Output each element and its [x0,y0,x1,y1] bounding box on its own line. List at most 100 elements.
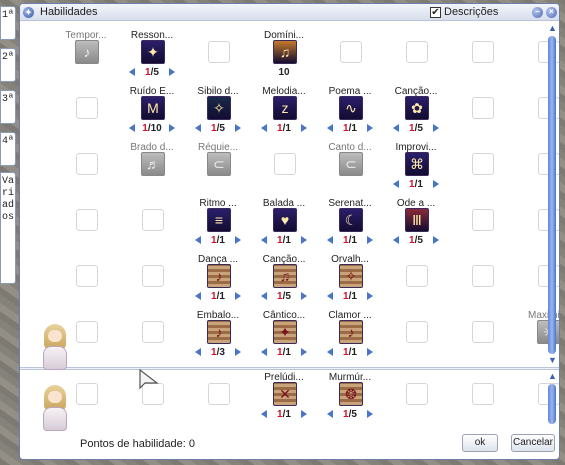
skill-cell[interactable]: Balada ... ♥ 1/1 [254,198,314,252]
tab-4th-class[interactable]: 4ª [0,132,16,166]
music-mastery-icon[interactable]: ♫ [273,40,297,64]
tab-misc[interactable]: Variados [0,172,16,284]
skill-cell[interactable]: Canto d... ⊂ [320,142,380,196]
skill-level-max: 1 [285,347,291,358]
skill-cell[interactable]: Poema ... ∿ 1/1 [320,86,380,140]
empty-skill-slot [386,310,446,364]
skill-cell[interactable]: Canção... ♫ 1/5 [254,254,314,308]
cancel-button[interactable]: Cancelar [511,434,555,452]
skill-cell[interactable]: Brado d... ♬ [122,142,182,196]
skill-cell[interactable]: Resson... ✦ 1/5 [122,30,182,84]
skill-cell[interactable]: Clamor ... ♪ 1/1 [320,310,380,364]
skill-cell[interactable]: Cântico... ✦ 1/1 [254,310,314,364]
prelude-icon[interactable]: ✕ [273,382,297,406]
skill-cell[interactable]: Dança ... ♪ 1/1 [188,254,248,308]
ballad-icon[interactable]: ♥ [273,208,297,232]
main-scrollbar[interactable]: ▲ ▼ [547,24,557,367]
empty-skill-slot [122,198,182,252]
descriptions-label: Descrições [444,6,499,18]
clamor-icon[interactable]: ♪ [339,320,363,344]
serenade-icon[interactable]: ☾ [339,208,363,232]
passive-song-icon[interactable]: ♪ [75,40,99,64]
skill-level: 1/1 [254,409,314,420]
scroll-up-icon[interactable]: ▲ [547,372,558,382]
skill-cell[interactable]: Sibilo d... ✧ 1/5 [188,86,248,140]
scroll-down-icon[interactable]: ▼ [547,356,558,366]
skill-cell[interactable]: Murmúr... ❂ 1/5 [320,372,380,426]
shout-icon[interactable]: ♬ [141,152,165,176]
lullaby-icon[interactable]: z [273,96,297,120]
empty-skill-slot [56,198,116,252]
skill-level: 1/1 [254,123,314,134]
empty-skill-slot [188,372,248,426]
slot-frame [274,153,296,175]
dance-icon[interactable]: ♪ [207,264,231,288]
slot-frame [76,97,98,119]
empty-skill-slot [452,254,512,308]
skill-cell[interactable]: Serenat... ☾ 1/1 [320,198,380,252]
scroll-thumb[interactable] [548,384,556,424]
skill-cell[interactable]: Réquie... ⊂ [188,142,248,196]
skill-cell[interactable]: Canção... ✿ 1/5 [386,86,446,140]
scroll-up-icon[interactable]: ▲ [547,24,558,34]
slot-frame [472,383,494,405]
dew-icon[interactable]: ✧ [339,264,363,288]
empty-skill-slot [188,30,248,84]
secondary-scrollbar[interactable]: ▲ [547,372,557,430]
requiem-icon[interactable]: ⊂ [207,152,231,176]
skill-cell[interactable]: Domíni... ♫ 10 [254,30,314,84]
skill-level: 1/5 [386,235,446,246]
skill-level-max: 1 [351,291,357,302]
skill-cell[interactable]: Ritmo ... ≡ 1/1 [188,198,248,252]
skill-level: 1/5 [122,67,182,78]
close-icon[interactable]: × [546,7,557,18]
empty-skill-slot [452,372,512,426]
tab-2nd-class[interactable]: 2ª [0,48,16,82]
skill-level: 1/1 [254,347,314,358]
empty-skill-slot [56,254,116,308]
whistle-icon[interactable]: ✧ [207,96,231,120]
title-bar[interactable]: ✦ Habilidades ✔ Descrições − × [20,4,559,21]
slot-frame [406,321,428,343]
song-icon[interactable]: ✿ [405,96,429,120]
skill-cell[interactable]: Ode a ... Ⅲ 1/5 [386,198,446,252]
window-title: Habilidades [40,6,98,18]
empty-skill-slot [386,30,446,84]
skill-cell[interactable]: Orvalh... ✧ 1/1 [320,254,380,308]
song2-icon[interactable]: ♫ [273,264,297,288]
skill-cell[interactable]: Tempor... ♪ [56,30,116,84]
canticle-icon[interactable]: ✦ [273,320,297,344]
mouse-cursor-icon [139,369,159,390]
skill-level: 1/1 [386,179,446,190]
ode-icon[interactable]: Ⅲ [405,208,429,232]
empty-skill-slot [254,142,314,196]
rhythm-icon[interactable]: ≡ [207,208,231,232]
empty-skill-slot [452,310,512,364]
skill-cell[interactable]: Improvi... ⌘ 1/1 [386,142,446,196]
skill-level-max: 5 [351,409,357,420]
ok-button[interactable]: ok [462,434,498,452]
skill-level-max: 1 [351,347,357,358]
tab-3rd-class[interactable]: 3ª [0,90,16,124]
noise-icon[interactable]: M [141,96,165,120]
resonance-icon[interactable]: ✦ [141,40,165,64]
tab-1st-class[interactable]: 1ª [0,6,16,40]
improvise-icon[interactable]: ⌘ [405,152,429,176]
scroll-thumb[interactable] [548,36,556,354]
skill-cell[interactable]: Melodia... z 1/1 [254,86,314,140]
skill-level-max: 5 [417,123,423,134]
lull-icon[interactable]: ♪ [207,320,231,344]
skill-cell[interactable]: Embalo... ♪ 1/3 [188,310,248,364]
poem-icon[interactable]: ∿ [339,96,363,120]
murmur-icon[interactable]: ❂ [339,382,363,406]
minimize-icon[interactable]: − [532,7,543,18]
empty-skill-slot [122,310,182,364]
skill-cell[interactable]: Prelúdi... ✕ 1/1 [254,372,314,426]
skill-cell[interactable]: Ruído E... M 1/10 [122,86,182,140]
skill-level: 1/5 [188,123,248,134]
descriptions-checkbox[interactable]: ✔ [430,7,441,18]
skill-grid-secondary: Prelúdi... ✕ 1/1 Murmúr... ❂ 1/5 [20,370,559,436]
window-menu-icon[interactable]: ✦ [23,7,34,18]
chant-icon[interactable]: ⊂ [339,152,363,176]
empty-skill-slot [386,254,446,308]
